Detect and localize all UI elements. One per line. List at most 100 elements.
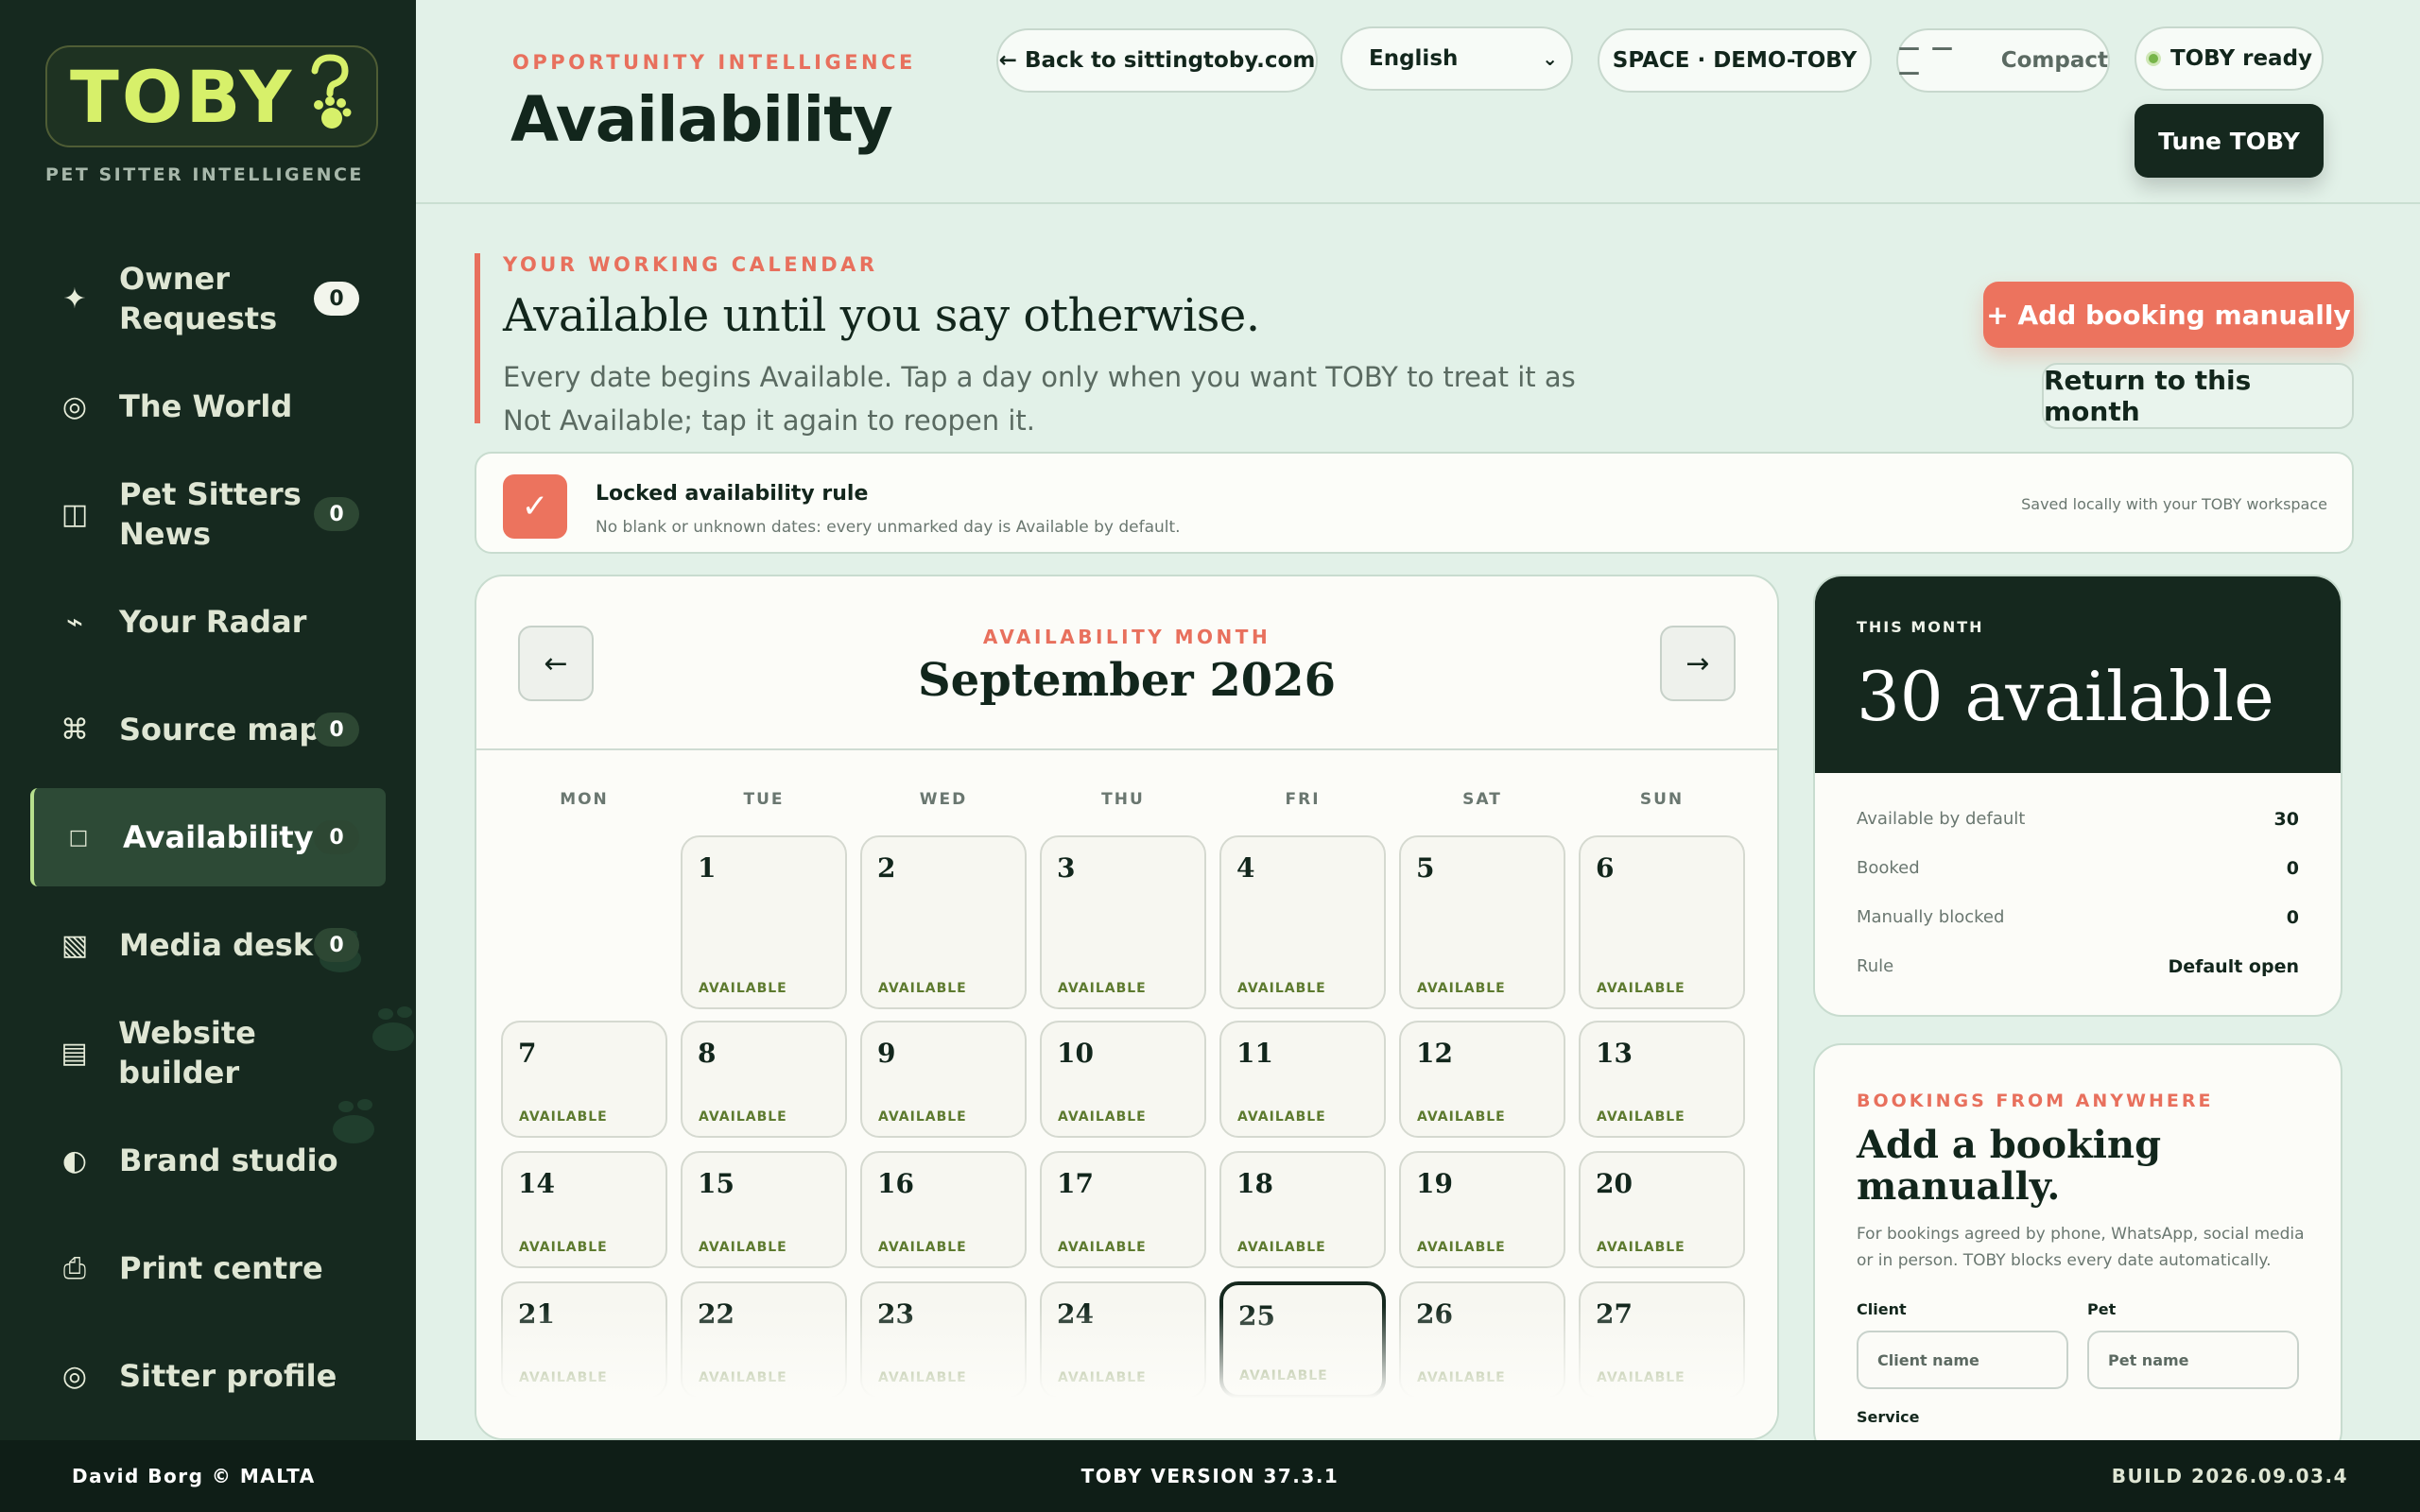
day-number: 12 (1416, 1038, 1453, 1069)
book-icon: ◫ (60, 497, 89, 531)
calendar-day[interactable]: 4 AVAILABLE (1219, 835, 1386, 1009)
language-select[interactable]: English ⌄ (1340, 26, 1573, 91)
sidebar-item-brand-studio[interactable]: ◐ Brand studio (30, 1111, 386, 1210)
calendar-day[interactable]: 12 AVAILABLE (1399, 1021, 1565, 1138)
layout-icon: ▤ (60, 1036, 88, 1070)
day-status: AVAILABLE (1237, 981, 1326, 996)
calendar-day[interactable]: 14 AVAILABLE (501, 1151, 667, 1268)
stat-row: Booked 0 (1857, 858, 2299, 886)
chevron-down-icon: ⌄ (1542, 47, 1558, 70)
weekday-label: FRI (1285, 790, 1321, 809)
day-number: 10 (1057, 1038, 1094, 1069)
day-status: AVAILABLE (878, 1240, 967, 1255)
sidebar-item-website-builder[interactable]: ▤ Website builder (30, 1004, 386, 1102)
form-title: Add a booking manually. (1857, 1123, 2162, 1209)
footer-build: BUILD 2026.09.03.4 (2111, 1465, 2348, 1487)
compact-label: Compact (2000, 48, 2108, 73)
day-status: AVAILABLE (1597, 1240, 1685, 1255)
status-label: TOBY ready (2169, 46, 2313, 71)
weekday-label: SAT (1462, 790, 1502, 809)
page-title: Availability (510, 83, 893, 156)
calendar-day[interactable]: 10 AVAILABLE (1040, 1021, 1206, 1138)
sidebar-item-label: Pet Sitters News (119, 476, 302, 552)
calendar-day[interactable]: 7 AVAILABLE (501, 1021, 667, 1138)
sidebar-item-label: Media desk (119, 927, 314, 963)
half-circle-icon: ◐ (61, 1143, 88, 1177)
compact-toggle[interactable]: — — — Compact (1896, 28, 2110, 93)
status-badge[interactable]: TOBY ready (2135, 26, 2324, 91)
day-status: AVAILABLE (519, 1109, 608, 1125)
square-icon: □ (68, 825, 89, 850)
day-number: 9 (877, 1038, 896, 1069)
logo[interactable]: TOBY (45, 45, 378, 147)
stat-row: Available by default 30 (1857, 809, 2299, 837)
tagline: PET SITTER INTELLIGENCE (45, 164, 364, 185)
checkmark-icon[interactable]: ✓ (503, 474, 567, 539)
client-name-input[interactable] (1857, 1331, 2068, 1389)
radar-icon: ⌁ (65, 605, 84, 639)
weekday-label: WED (919, 790, 968, 809)
back-link-button[interactable]: ← Back to sittingtoby.com (996, 28, 1318, 93)
sidebar-item-label: Website builder (118, 1015, 256, 1091)
stat-value: 0 (2286, 907, 2299, 928)
calendar-day[interactable]: 11 AVAILABLE (1219, 1021, 1386, 1138)
calendar-day[interactable]: 19 AVAILABLE (1399, 1151, 1565, 1268)
calendar-day[interactable]: 2 AVAILABLE (860, 835, 1027, 1009)
calendar-day[interactable]: 1 AVAILABLE (681, 835, 847, 1009)
sidebar-item-label: Brand studio (119, 1143, 338, 1178)
day-number: 17 (1057, 1168, 1094, 1199)
calendar-day[interactable]: 6 AVAILABLE (1579, 835, 1745, 1009)
space-badge[interactable]: SPACE · DEMO-TOBY (1598, 28, 1872, 93)
page-kicker: OPPORTUNITY INTELLIGENCE (512, 51, 916, 74)
sidebar-item-owner-requests[interactable]: ✦ Owner Requests 0 (30, 249, 386, 348)
calendar-day[interactable]: 20 AVAILABLE (1579, 1151, 1745, 1268)
count-badge: 0 (314, 820, 359, 854)
pet-name-input[interactable] (2087, 1331, 2299, 1389)
stat-value: 30 (2273, 809, 2299, 830)
calendar-day[interactable]: 3 AVAILABLE (1040, 835, 1206, 1009)
sidebar-item-pet-sitters-news[interactable]: ◫ Pet Sitters News 0 (30, 465, 386, 563)
footer-version: TOBY VERSION 37.3.1 (1080, 1465, 1340, 1487)
day-status: AVAILABLE (878, 981, 967, 996)
calendar-day[interactable]: 8 AVAILABLE (681, 1021, 847, 1138)
return-to-month-button[interactable]: Return to this month (2042, 363, 2354, 429)
calendar-day[interactable]: 9 AVAILABLE (860, 1021, 1027, 1138)
calendar-day[interactable]: 5 AVAILABLE (1399, 835, 1565, 1009)
add-booking-button[interactable]: + Add booking manually (1983, 282, 2354, 348)
weekday-label: MON (560, 790, 609, 809)
target-icon: ◎ (61, 389, 88, 423)
sidebar: TOBY PET SITTER INTELLIGENCE ✦ Owner Req… (0, 0, 416, 1440)
hatch-icon: ▧ (60, 928, 89, 962)
sidebar-item-the-world[interactable]: ◎ The World (30, 357, 386, 455)
sidebar-item-label: The World (119, 388, 293, 424)
calendar-card: ← AVAILABILITY MONTH September 2026 → MO… (475, 575, 1779, 1440)
sidebar-item-media-desk[interactable]: ▧ Media desk 0 (30, 896, 386, 994)
day-status: AVAILABLE (1237, 1240, 1326, 1255)
calendar-day[interactable]: 17 AVAILABLE (1040, 1151, 1206, 1268)
next-month-button[interactable]: → (1660, 626, 1736, 701)
day-number: 8 (698, 1038, 717, 1069)
rule-description: No blank or unknown dates: every unmarke… (596, 518, 1181, 537)
month-headline: 30 available (1857, 657, 2274, 736)
sidebar-item-label: Source map (119, 712, 321, 747)
calendar-day[interactable]: 13 AVAILABLE (1579, 1021, 1745, 1138)
client-label: Client (1857, 1300, 1907, 1318)
sidebar-item-your-radar[interactable]: ⌁ Your Radar (30, 573, 386, 671)
tune-toby-button[interactable]: Tune TOBY (2135, 104, 2324, 178)
stat-label: Manually blocked (1857, 907, 2005, 927)
rule-title: Locked availability rule (596, 482, 869, 506)
calendar-day[interactable]: 18 AVAILABLE (1219, 1151, 1386, 1268)
count-badge: 0 (314, 282, 359, 316)
calendar-day[interactable]: 16 AVAILABLE (860, 1151, 1027, 1268)
sidebar-item-sitter-profile[interactable]: ◎ Sitter profile (30, 1327, 386, 1425)
sidebar-item-source-map[interactable]: ⌘ Source map 0 (30, 680, 386, 779)
sidebar-item-availability[interactable]: □ Availability 0 (30, 788, 386, 886)
day-status: AVAILABLE (1597, 1109, 1685, 1125)
stat-row: Rule Default open (1857, 956, 2299, 985)
day-number: 4 (1236, 852, 1255, 884)
calendar-day[interactable]: 15 AVAILABLE (681, 1151, 847, 1268)
sidebar-item-print-centre[interactable]: ⎙ Print centre (30, 1219, 386, 1317)
day-status: AVAILABLE (699, 981, 787, 996)
day-number: 19 (1416, 1168, 1453, 1199)
day-number: 13 (1596, 1038, 1633, 1069)
